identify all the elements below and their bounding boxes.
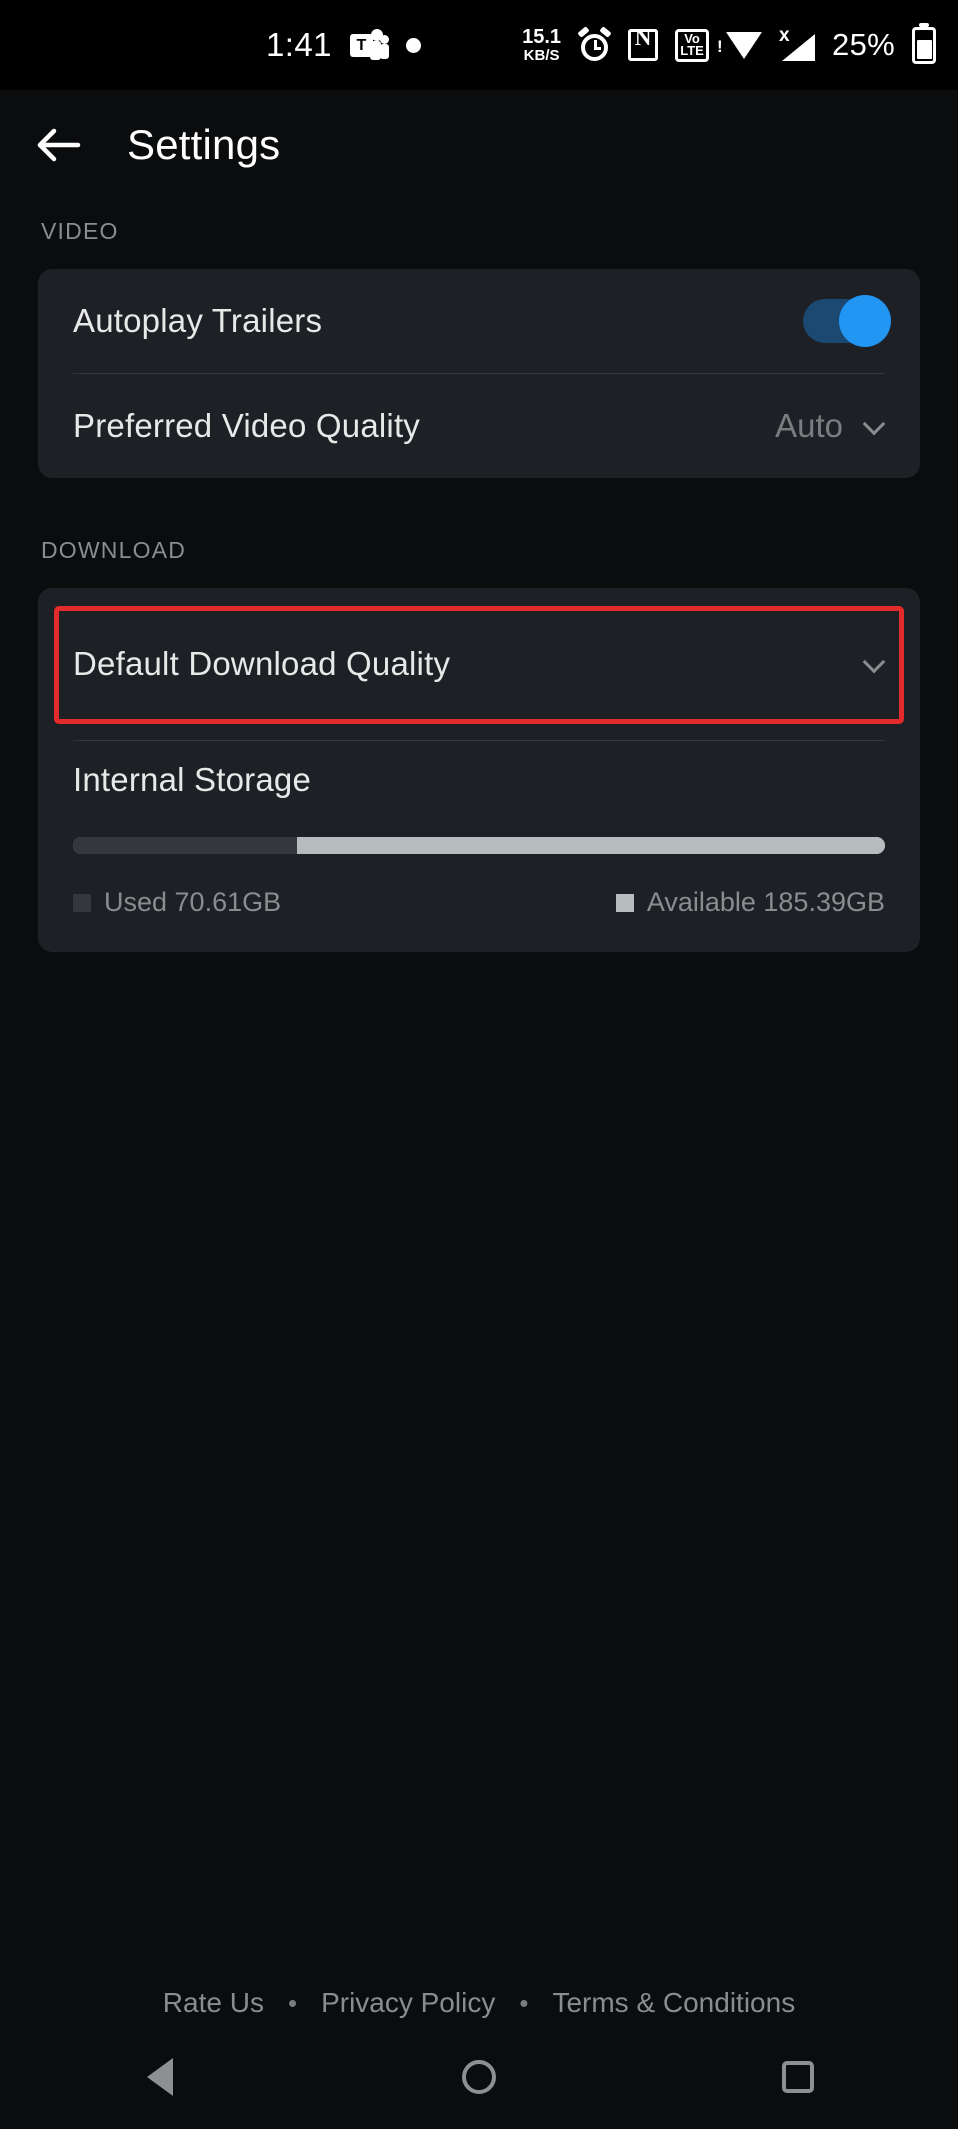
internal-storage-block: Internal Storage Used 70.61GB Available … xyxy=(38,741,920,952)
volte-icon: Vo LTE xyxy=(675,28,710,62)
download-settings-card: Default Download Quality Internal Storag… xyxy=(38,588,920,952)
battery-percent-label: 25% xyxy=(832,27,895,62)
microsoft-teams-icon: T xyxy=(349,28,389,62)
status-bar-left: 1:41 T xyxy=(266,26,421,64)
nav-home-circle-icon xyxy=(461,2060,496,2094)
status-bar: 1:41 T 15.1 KB/S Vo LTE xyxy=(0,0,958,90)
toggle-switch-on-icon xyxy=(839,295,891,347)
app-bar: Settings xyxy=(0,90,958,200)
nav-home-button[interactable] xyxy=(419,2025,539,2129)
default-download-quality-label: Default Download Quality xyxy=(73,645,451,682)
internal-storage-title: Internal Storage xyxy=(73,761,312,798)
cellular-signal-icon: x xyxy=(779,25,816,61)
wifi-icon: ! xyxy=(717,31,763,59)
storage-available-segment xyxy=(297,837,885,854)
network-speed-value: 15.1 xyxy=(522,26,562,48)
used-color-swatch-icon xyxy=(73,893,91,912)
autoplay-trailers-toggle[interactable] xyxy=(803,295,891,347)
row-preferred-video-quality[interactable]: Preferred Video Quality Auto xyxy=(38,374,920,478)
phone-screen: 1:41 T 15.1 KB/S Vo LTE xyxy=(0,0,958,2129)
wifi-warning-badge: ! xyxy=(717,37,723,56)
chevron-down-icon xyxy=(865,654,885,674)
back-arrow-icon xyxy=(37,128,81,162)
storage-used-segment xyxy=(73,837,298,854)
storage-legend: Used 70.61GB Available 185.39GB xyxy=(73,887,885,918)
alarm-clock-icon xyxy=(577,25,612,62)
volte-line-2: LTE xyxy=(680,43,704,58)
footer-links: Rate Us • Privacy Policy • Terms & Condi… xyxy=(0,1987,958,2019)
back-button[interactable] xyxy=(23,109,95,181)
storage-used-label: Used 70.61GB xyxy=(104,887,282,917)
autoplay-trailers-label: Autoplay Trailers xyxy=(73,302,323,339)
section-header-download: DOWNLOAD xyxy=(41,537,187,563)
preferred-video-quality-value: Auto xyxy=(775,407,843,444)
nav-back-triangle-icon xyxy=(146,2058,173,2096)
terms-conditions-link[interactable]: Terms & Conditions xyxy=(552,1987,795,2019)
teams-icon-letter: T xyxy=(349,34,373,57)
android-navigation-bar xyxy=(0,2025,958,2129)
chevron-down-icon xyxy=(865,416,885,436)
available-color-swatch-icon xyxy=(615,893,634,912)
settings-content: VIDEO Autoplay Trailers Preferred Video … xyxy=(0,200,958,1959)
nav-recents-square-icon xyxy=(782,2061,815,2093)
battery-icon xyxy=(912,26,936,64)
storage-used-legend: Used 70.61GB xyxy=(73,887,281,918)
status-time: 1:41 xyxy=(266,26,332,63)
network-speed-indicator: 15.1 KB/S xyxy=(522,27,561,63)
row-autoplay-trailers[interactable]: Autoplay Trailers xyxy=(38,269,920,373)
preferred-video-quality-label: Preferred Video Quality xyxy=(73,407,421,444)
nfc-icon xyxy=(628,25,659,61)
signal-no-service-badge: x xyxy=(779,25,790,46)
nav-back-button[interactable] xyxy=(100,2025,220,2129)
row-default-download-quality[interactable]: Default Download Quality xyxy=(38,588,920,740)
storage-usage-bar xyxy=(73,837,885,854)
video-settings-card: Autoplay Trailers Preferred Video Qualit… xyxy=(38,269,920,478)
storage-available-label: Available 185.39GB xyxy=(646,887,885,917)
status-bar-right: 15.1 KB/S Vo LTE ! x 25% xyxy=(522,25,936,64)
page-title: Settings xyxy=(127,121,281,168)
footer-separator: • xyxy=(519,1987,529,2018)
footer-separator: • xyxy=(287,1987,298,2018)
rate-us-link[interactable]: Rate Us xyxy=(163,1987,264,2019)
network-speed-unit: KB/S xyxy=(523,47,560,64)
privacy-policy-link[interactable]: Privacy Policy xyxy=(321,1987,495,2019)
preferred-video-quality-control[interactable]: Auto xyxy=(775,407,885,445)
nav-recents-button[interactable] xyxy=(738,2025,858,2129)
dot-indicator-icon xyxy=(405,37,421,53)
storage-available-legend: Available 185.39GB xyxy=(615,887,885,918)
section-header-video: VIDEO xyxy=(41,218,119,244)
